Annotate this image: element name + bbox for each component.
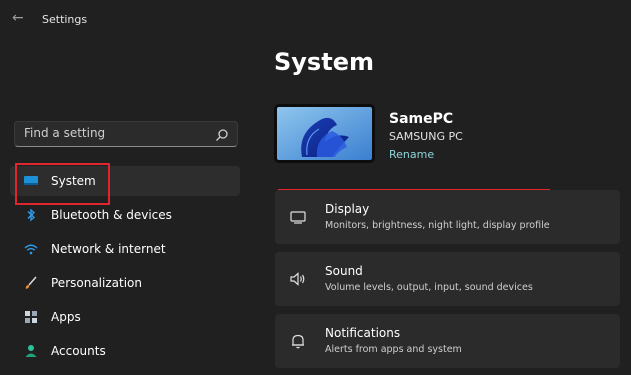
sidebar-item-apps[interactable]: Apps: [10, 302, 240, 332]
sidebar-item-system[interactable]: System: [10, 166, 240, 196]
search-box[interactable]: Find a setting: [14, 121, 238, 147]
sidebar-item-label: Personalization: [51, 276, 142, 290]
sidebar-item-network[interactable]: Network & internet: [10, 234, 240, 264]
sidebar-item-personalization[interactable]: Personalization: [10, 268, 240, 298]
card-title: Sound: [325, 264, 363, 278]
rename-link[interactable]: Rename: [389, 148, 434, 161]
card-title: Notifications: [325, 326, 401, 340]
device-name: SamePC: [389, 111, 454, 127]
sidebar-item-bluetooth[interactable]: Bluetooth & devices: [10, 200, 240, 230]
card-sound[interactable]: Sound Volume levels, output, input, soun…: [275, 252, 620, 306]
sidebar-item-accounts[interactable]: Accounts: [10, 336, 240, 366]
person-icon: [25, 345, 37, 357]
sidebar-item-label: System: [51, 174, 96, 188]
speaker-icon: [290, 272, 305, 286]
bell-icon: [292, 334, 304, 349]
sidebar-item-label: Apps: [51, 310, 81, 324]
device-thumbnail: [274, 104, 375, 163]
card-subtitle: Volume levels, output, input, sound devi…: [325, 282, 533, 293]
back-arrow-icon[interactable]: ←: [12, 10, 28, 26]
search-input[interactable]: Find a setting: [24, 126, 105, 140]
sidebar-item-label: Bluetooth & devices: [51, 208, 172, 222]
sidebar-item-label: Network & internet: [51, 242, 166, 256]
display-icon: [290, 211, 306, 224]
apps-icon: [25, 311, 37, 323]
card-title: Display: [325, 202, 370, 216]
card-subtitle: Monitors, brightness, night light, displ…: [325, 220, 550, 231]
card-subtitle: Alerts from apps and system: [325, 344, 462, 355]
card-notifications[interactable]: Notifications Alerts from apps and syste…: [275, 314, 620, 368]
app-title: Settings: [42, 13, 88, 26]
wallpaper-bloom-image: [277, 107, 372, 160]
page-title: System: [274, 48, 374, 76]
brush-icon: [25, 276, 37, 289]
sidebar-item-label: Accounts: [51, 344, 106, 358]
search-icon[interactable]: [215, 128, 229, 142]
title-bar: ← Settings: [0, 0, 631, 40]
bluetooth-icon: [27, 208, 36, 222]
sidebar-nav: System Bluetooth & devices Network & int…: [10, 166, 240, 370]
wifi-icon: [24, 244, 38, 255]
monitor-icon: [24, 176, 38, 185]
device-model: SAMSUNG PC: [389, 130, 463, 143]
card-display[interactable]: Display Monitors, brightness, night ligh…: [275, 190, 620, 244]
